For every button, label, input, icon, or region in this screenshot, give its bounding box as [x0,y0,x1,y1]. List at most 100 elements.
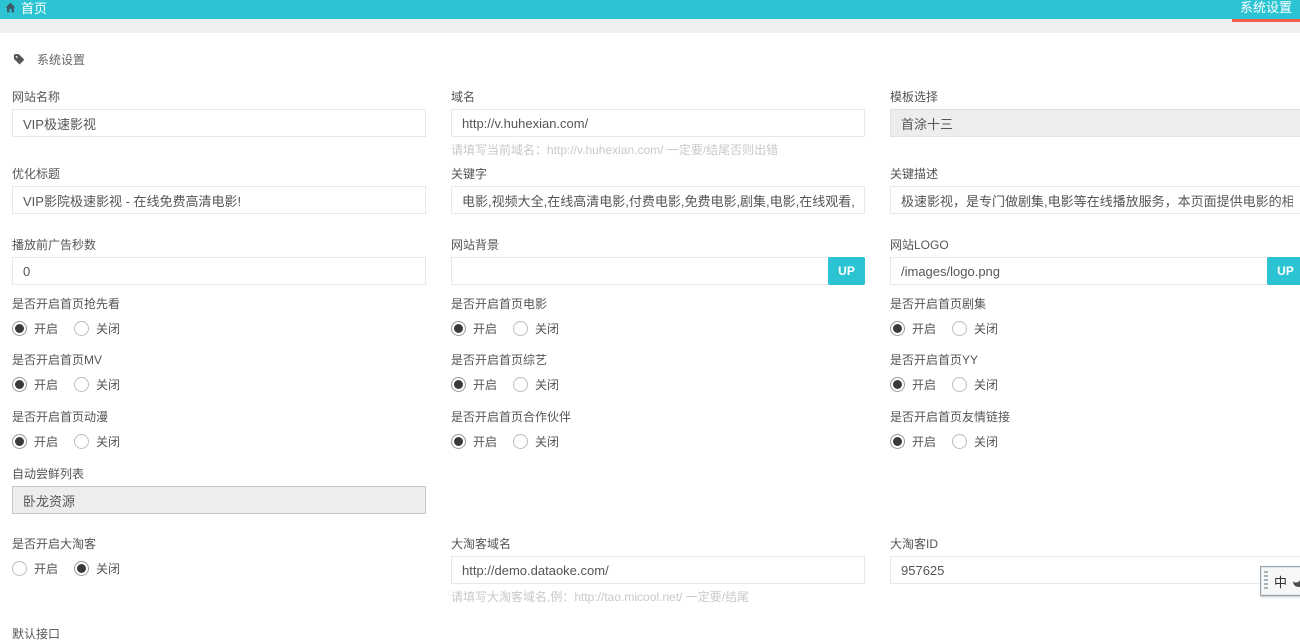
field-auto-fresh: 自动尝鲜列表 [12,467,426,514]
radio-label: 开启 [912,376,936,393]
radio-label: 开启 [473,376,497,393]
field-label: 是否开启首页YY [890,353,1300,367]
toggle-home-links: 是否开启首页友情链接 开启 关闭 [890,410,1300,449]
radio-icon [890,434,905,449]
ime-drag-handle[interactable] [1264,571,1268,591]
domain-input[interactable] [451,109,865,137]
radio-icon [513,434,528,449]
radio-option-on[interactable]: 开启 [451,376,497,393]
radio-option-off[interactable]: 关闭 [952,320,998,337]
field-label: 是否开启首页友情链接 [890,410,1300,424]
radio-option-on[interactable]: 开启 [451,320,497,337]
radio-icon [513,321,528,336]
dataoke-domain-input[interactable] [451,556,865,584]
radio-icon [451,321,466,336]
radio-option-on[interactable]: 开启 [12,560,58,577]
radio-icon [513,377,528,392]
radio-option-on[interactable]: 开启 [890,320,936,337]
radio-label: 关闭 [974,320,998,337]
radio-icon [12,434,27,449]
radio-icon [74,561,89,576]
radio-label: 关闭 [96,320,120,337]
radio-label: 开启 [34,376,58,393]
field-label: 模板选择 [890,90,1300,104]
field-help: 请填写当前域名：http://v.huhexian.com/ 一定要/结尾否则出… [451,143,865,158]
nav-home[interactable]: 首页 [5,0,47,17]
toggle-home-preview: 是否开启首页抢先看 开启 关闭 [12,297,426,336]
sub-toolbar [0,19,1300,33]
settings-page: 系统设置 网站名称 域名 请填写当前域名：http://v.huhexian.c… [0,33,1300,641]
radio-option-off[interactable]: 关闭 [74,376,120,393]
top-navbar: 首页 系统设置 [0,0,1300,19]
radio-option-off[interactable]: 关闭 [952,433,998,450]
field-label: 默认接口 [12,627,426,641]
field-default-api: 默认接口 [12,627,426,641]
field-site-name: 网站名称 [12,90,426,137]
field-seo-desc: 关键描述 [890,167,1300,214]
ad-seconds-input[interactable] [12,257,426,285]
field-label: 是否开启首页MV [12,353,426,367]
seo-title-input[interactable] [12,186,426,214]
radio-label: 关闭 [96,560,120,577]
site-bg-input[interactable] [451,257,865,285]
field-label: 关键描述 [890,167,1300,181]
field-label: 网站LOGO [890,238,1300,252]
radio-icon [12,561,27,576]
radio-option-on[interactable]: 开启 [12,433,58,450]
radio-option-on[interactable]: 开启 [12,376,58,393]
field-label: 是否开启首页动漫 [12,410,426,424]
field-label: 大淘客ID [890,537,1300,551]
radio-label: 开启 [473,320,497,337]
radio-option-on[interactable]: 开启 [12,320,58,337]
nav-tab-settings[interactable]: 系统设置 [1240,0,1292,16]
template-select[interactable] [890,109,1300,137]
radio-option-on[interactable]: 开启 [890,376,936,393]
field-dataoke-domain: 大淘客域名 请填写大淘客域名,例：http://tao.micool.net/ … [451,537,865,605]
field-label: 关键字 [451,167,865,181]
keywords-input[interactable] [451,186,865,214]
seo-desc-input[interactable] [890,186,1300,214]
form-row: 自动尝鲜列表 [12,467,1300,514]
form-row: 是否开启首页MV 开启 关闭 是否开启首页综艺 开启 关闭 是否开启首页YY 开… [12,353,1300,392]
field-keywords: 关键字 [451,167,865,214]
tag-icon [12,53,26,66]
radio-option-on[interactable]: 开启 [890,433,936,450]
radio-label: 关闭 [535,320,559,337]
radio-option-off[interactable]: 关闭 [513,433,559,450]
radio-icon [12,377,27,392]
site-name-input[interactable] [12,109,426,137]
dataoke-id-input[interactable] [890,556,1300,584]
radio-label: 关闭 [96,376,120,393]
ime-toolbar[interactable]: 中 [1260,566,1300,596]
auto-fresh-input[interactable] [12,486,426,514]
ime-fullwidth-moon-icon[interactable] [1292,575,1300,588]
radio-icon [12,321,27,336]
radio-icon [74,434,89,449]
radio-option-off[interactable]: 关闭 [74,560,120,577]
radio-option-off[interactable]: 关闭 [952,376,998,393]
field-label: 是否开启首页剧集 [890,297,1300,311]
field-template: 模板选择 [890,90,1300,137]
form-row: 是否开启大淘客 开启 关闭 大淘客域名 请填写大淘客域名,例：http://ta… [12,537,1300,605]
radio-option-off[interactable]: 关闭 [513,376,559,393]
toggle-home-movie: 是否开启首页电影 开启 关闭 [451,297,865,336]
form-row: 网站名称 域名 请填写当前域名：http://v.huhexian.com/ 一… [12,90,1300,158]
site-logo-upload-button[interactable]: UP [1267,257,1300,285]
radio-option-on[interactable]: 开启 [451,433,497,450]
radio-icon [74,321,89,336]
site-bg-upload-button[interactable]: UP [828,257,865,285]
site-logo-input[interactable] [890,257,1300,285]
toggle-home-variety: 是否开启首页综艺 开启 关闭 [451,353,865,392]
nav-home-label: 首页 [21,0,47,17]
radio-option-off[interactable]: 关闭 [74,320,120,337]
radio-option-off[interactable]: 关闭 [74,433,120,450]
page-title: 系统设置 [37,51,85,68]
form-row: 优化标题 关键字 关键描述 [12,167,1300,214]
field-label: 优化标题 [12,167,426,181]
field-help: 请填写大淘客域名,例：http://tao.micool.net/ 一定要/结尾 [451,590,865,605]
field-site-bg: 网站背景 UP [451,238,865,285]
radio-option-off[interactable]: 关闭 [513,320,559,337]
ime-language-indicator[interactable]: 中 [1274,572,1287,591]
radio-label: 开启 [34,560,58,577]
form-row: 播放前广告秒数 网站背景 UP 网站LOGO UP [12,238,1300,285]
